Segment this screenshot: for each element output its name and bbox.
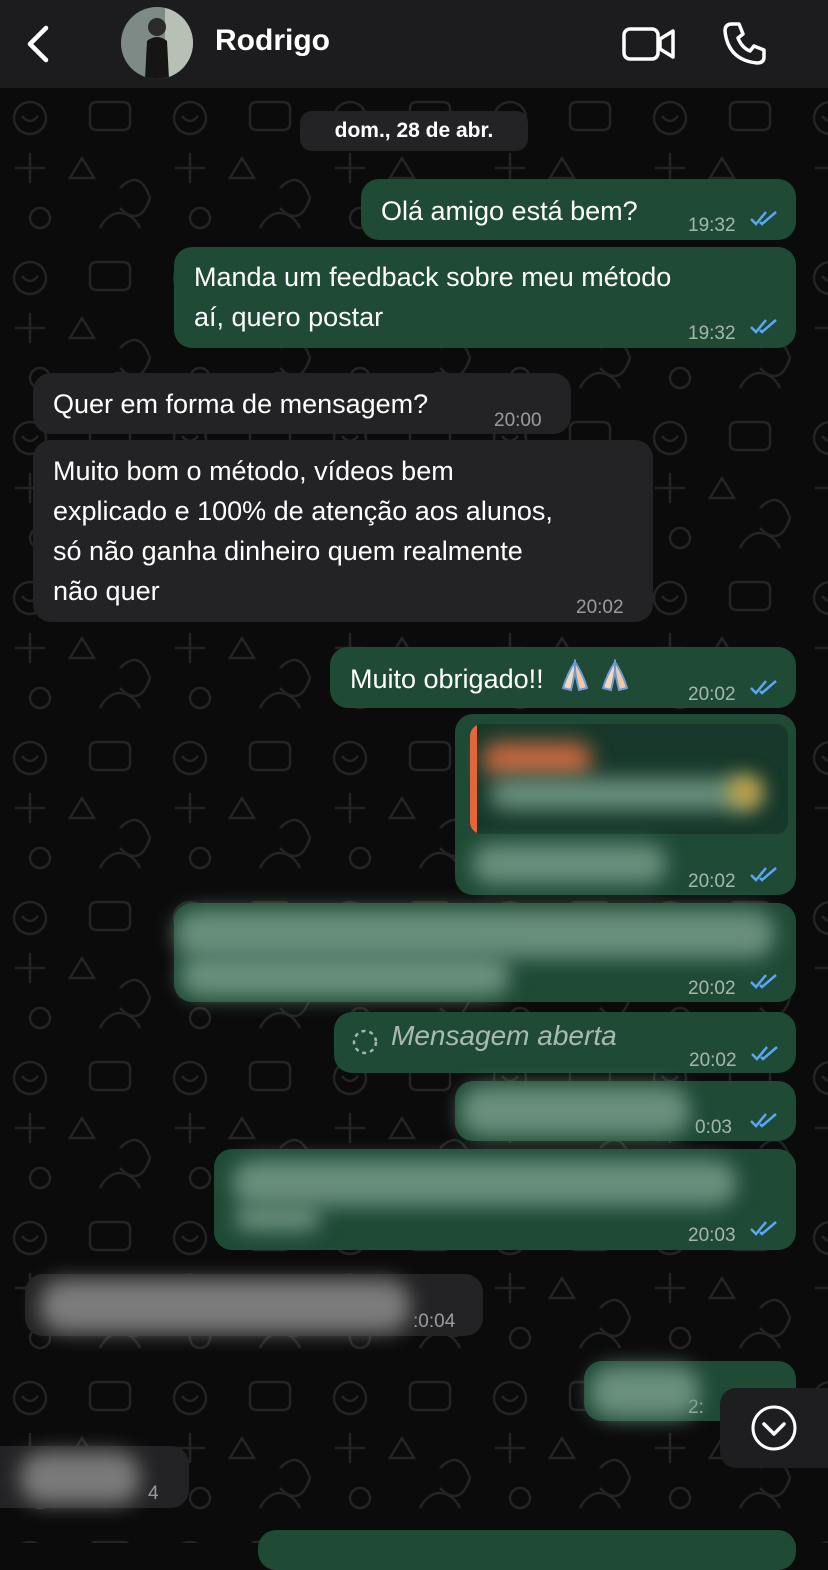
message-text: Quer em forma de mensagem? <box>53 389 429 419</box>
message-time: 20:03 <box>688 1225 736 1246</box>
redacted-content <box>490 778 760 810</box>
message-text-line: explicado e 100% de atenção aos alunos, <box>53 496 553 526</box>
video-call-button[interactable] <box>622 24 676 64</box>
chat-header: Rodrigo <box>0 0 828 88</box>
phone-icon <box>723 22 766 65</box>
video-camera-icon <box>622 27 675 61</box>
incoming-message[interactable]: Muito bom o método, vídeos bem explicado… <box>33 440 653 622</box>
view-once-label: Mensagem aberta <box>391 1020 617 1051</box>
message-time: 20:00 <box>494 410 542 431</box>
message-time: 0:03 <box>695 1117 732 1138</box>
message-time: 20:02 <box>688 684 736 705</box>
message-time: 20:02 <box>576 597 624 618</box>
message-text: Muito obrigado!! <box>350 664 544 694</box>
read-ticks-icon <box>750 1221 777 1236</box>
outgoing-message[interactable] <box>258 1530 796 1570</box>
message-time: 4 <box>148 1483 159 1504</box>
message-time: 19:32 <box>688 323 736 344</box>
scroll-to-bottom-button[interactable] <box>720 1388 828 1468</box>
voice-call-button[interactable] <box>722 20 768 66</box>
chevron-down-circle-icon <box>751 1405 797 1451</box>
folded-hands-emoji-icon <box>601 658 629 692</box>
redacted-content <box>20 1452 140 1504</box>
message-text-line: não quer <box>53 576 160 606</box>
message-text: Olá amigo está bem? <box>381 196 638 226</box>
incoming-message[interactable]: Quer em forma de mensagem? 20:00 <box>33 373 571 434</box>
avatar[interactable] <box>121 7 193 79</box>
message-time: 20:02 <box>689 1050 737 1071</box>
redacted-content <box>175 910 775 958</box>
redacted-content <box>728 776 762 808</box>
read-ticks-icon <box>750 974 777 989</box>
message-text-line: Manda um feedback sobre meu método <box>194 262 672 292</box>
read-ticks-icon <box>751 1046 778 1061</box>
redacted-content <box>482 742 592 776</box>
back-button[interactable] <box>20 22 60 66</box>
redacted-content <box>590 1366 700 1418</box>
outgoing-message[interactable]: Muito obrigado!! 20:02 <box>330 647 796 708</box>
quote-accent-bar <box>470 724 477 834</box>
person-photo <box>121 7 193 79</box>
read-ticks-icon <box>750 1113 777 1128</box>
redacted-content <box>460 1086 690 1136</box>
redacted-content <box>40 1280 410 1332</box>
redacted-content <box>180 955 510 997</box>
date-separator: dom., 28 de abr. <box>300 111 528 151</box>
redacted-content <box>232 1160 737 1206</box>
message-time: 20:02 <box>688 978 736 999</box>
message-time: 20:02 <box>688 871 736 892</box>
outgoing-message[interactable]: Olá amigo está bem? 19:32 <box>361 179 796 240</box>
message-text-line: só não ganha dinheiro quem realmente <box>53 536 523 566</box>
outgoing-message[interactable]: Manda um feedback sobre meu método aí, q… <box>174 247 796 348</box>
view-once-opened-icon <box>352 1029 378 1055</box>
read-ticks-icon <box>750 680 777 695</box>
message-time: :0:04 <box>413 1311 456 1332</box>
redacted-content <box>472 844 667 884</box>
redacted-content <box>235 1205 320 1231</box>
contact-name[interactable]: Rodrigo <box>215 24 330 58</box>
read-ticks-icon <box>750 867 777 882</box>
message-time: 19:32 <box>688 215 736 236</box>
folded-hands-emoji-icon <box>561 658 589 692</box>
read-ticks-icon <box>750 319 777 334</box>
message-text-line: aí, quero postar <box>194 302 384 332</box>
chevron-left-icon <box>27 25 49 63</box>
message-text-line: Muito bom o método, vídeos bem <box>53 456 454 486</box>
read-ticks-icon <box>750 211 777 226</box>
